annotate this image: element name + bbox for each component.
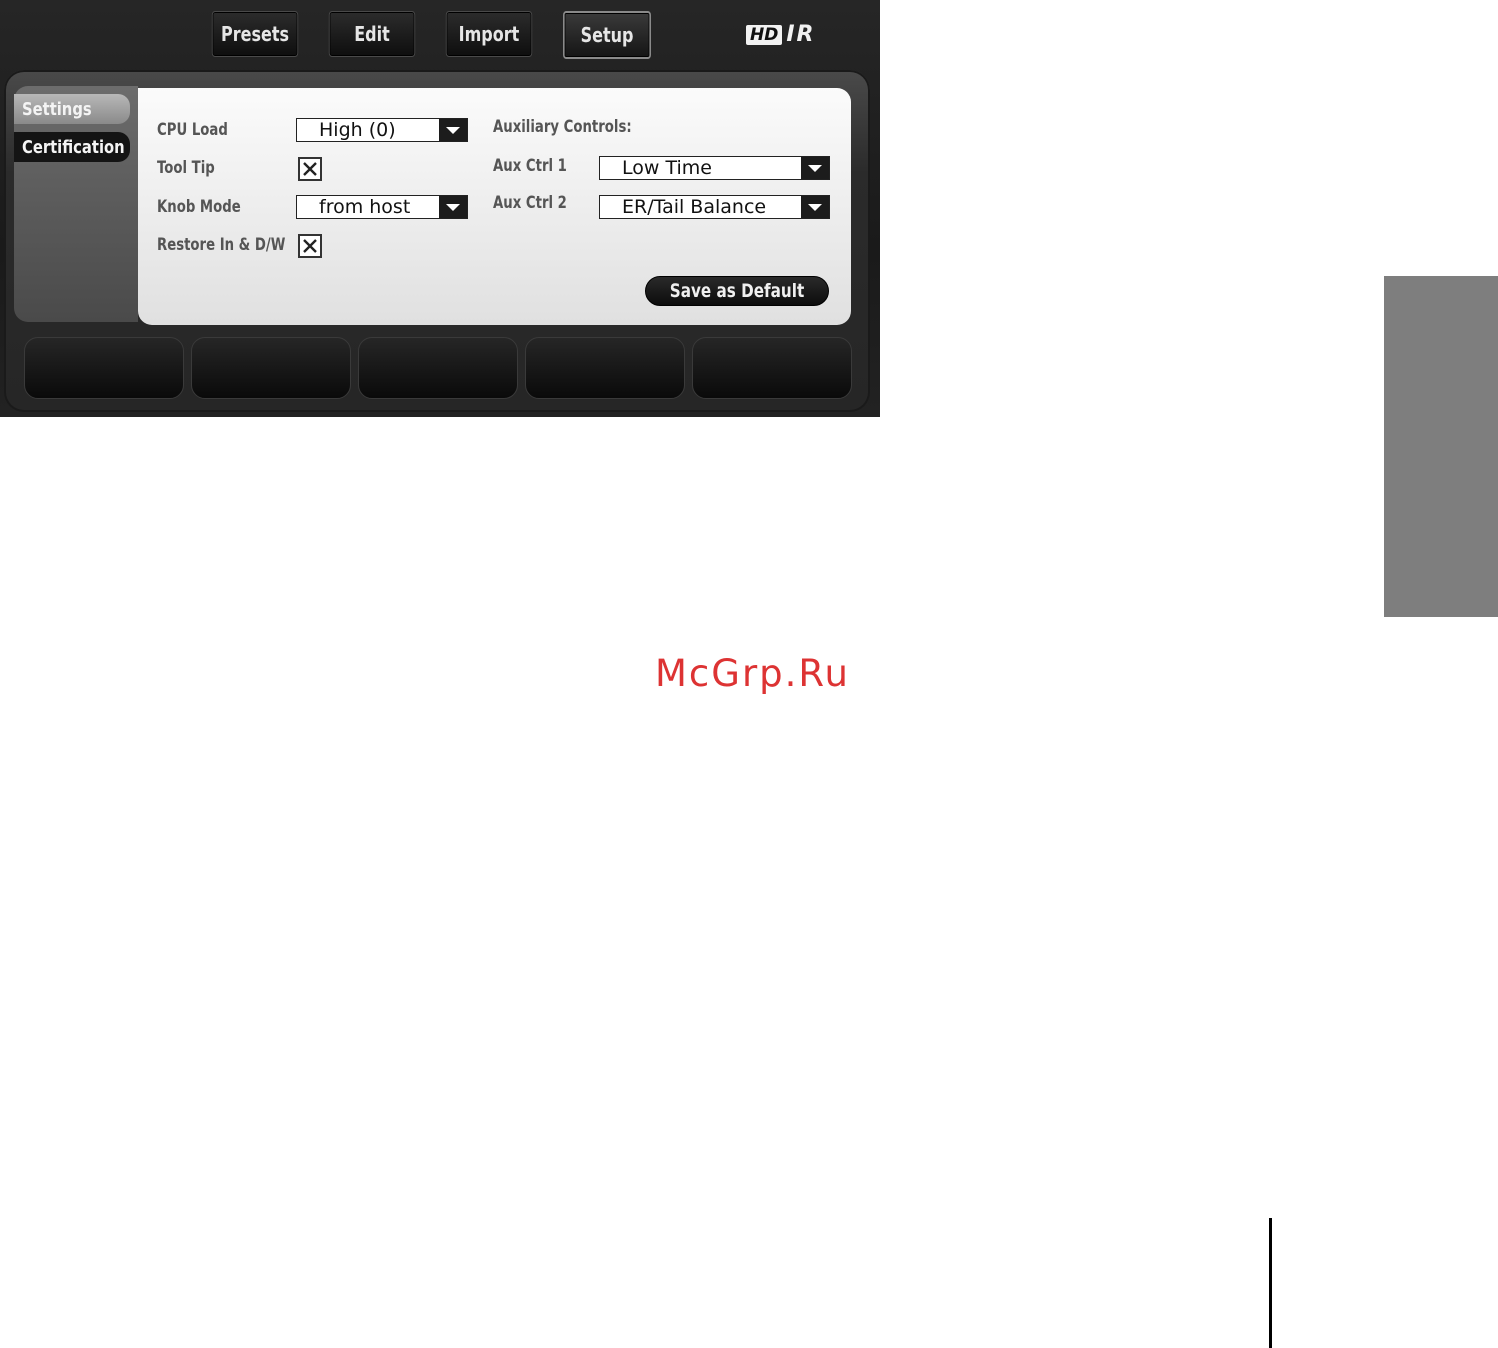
aux-ctrl-2-value: ER/Tail Balance [622, 196, 767, 218]
aux-ctrl-1-value: Low Time [622, 157, 712, 179]
save-as-default-label: Save as Default [669, 280, 805, 302]
logo-ir: IR [786, 22, 816, 47]
bottom-pad-4[interactable] [525, 337, 685, 399]
tab-edit[interactable]: Edit [328, 11, 416, 57]
logo-hd: HD [746, 24, 783, 45]
knob-mode-select[interactable]: from host [296, 195, 468, 219]
cpu-load-select[interactable]: High (0) [296, 118, 468, 142]
aux-ctrl-2-label: Aux Ctrl 2 [493, 193, 567, 213]
check-x-icon [303, 239, 317, 253]
sidebar-item-settings[interactable]: Settings [14, 94, 130, 124]
sidebar-item-label: Settings [22, 98, 92, 120]
restore-label: Restore In & D/W [157, 235, 286, 255]
sidebar-item-label: Certification [22, 136, 125, 158]
bottom-pads [24, 337, 852, 399]
top-tabs: Presets Edit Import Setup [201, 11, 662, 59]
chevron-down-icon[interactable] [439, 119, 467, 141]
plugin-window: Presets Edit Import Setup HD IR Settings… [0, 0, 880, 417]
bottom-pad-3[interactable] [358, 337, 518, 399]
knob-mode-value: from host [319, 196, 411, 218]
bottom-pad-1[interactable] [24, 337, 184, 399]
page-side-tab-marker [1384, 276, 1498, 617]
tab-import[interactable]: Import [445, 11, 533, 57]
check-x-icon [303, 162, 317, 176]
chevron-down-icon[interactable] [801, 196, 829, 218]
cpu-load-value: High (0) [319, 119, 396, 141]
cpu-load-label: CPU Load [157, 120, 228, 140]
bottom-pad-5[interactable] [692, 337, 852, 399]
bottom-pad-2[interactable] [191, 337, 351, 399]
tool-tip-checkbox[interactable] [298, 157, 322, 181]
knob-mode-label: Knob Mode [157, 197, 241, 217]
aux-ctrl-2-select[interactable]: ER/Tail Balance [599, 195, 830, 219]
tool-tip-label: Tool Tip [157, 158, 215, 178]
chevron-down-icon[interactable] [801, 157, 829, 179]
aux-ctrl-1-label: Aux Ctrl 1 [493, 156, 567, 176]
chevron-down-icon[interactable] [439, 196, 467, 218]
hdir-logo: HD IR [746, 22, 815, 47]
watermark: McGrp.Ru [655, 652, 850, 695]
aux-ctrl-1-select[interactable]: Low Time [599, 156, 830, 180]
tab-setup[interactable]: Setup [563, 11, 651, 59]
save-as-default-button[interactable]: Save as Default [645, 276, 829, 306]
tab-presets[interactable]: Presets [211, 11, 299, 57]
page-divider-line [1269, 1218, 1272, 1348]
restore-checkbox[interactable] [298, 234, 322, 258]
aux-controls-title: Auxiliary Controls: [493, 117, 632, 137]
sidebar-item-certification[interactable]: Certification [14, 132, 130, 162]
